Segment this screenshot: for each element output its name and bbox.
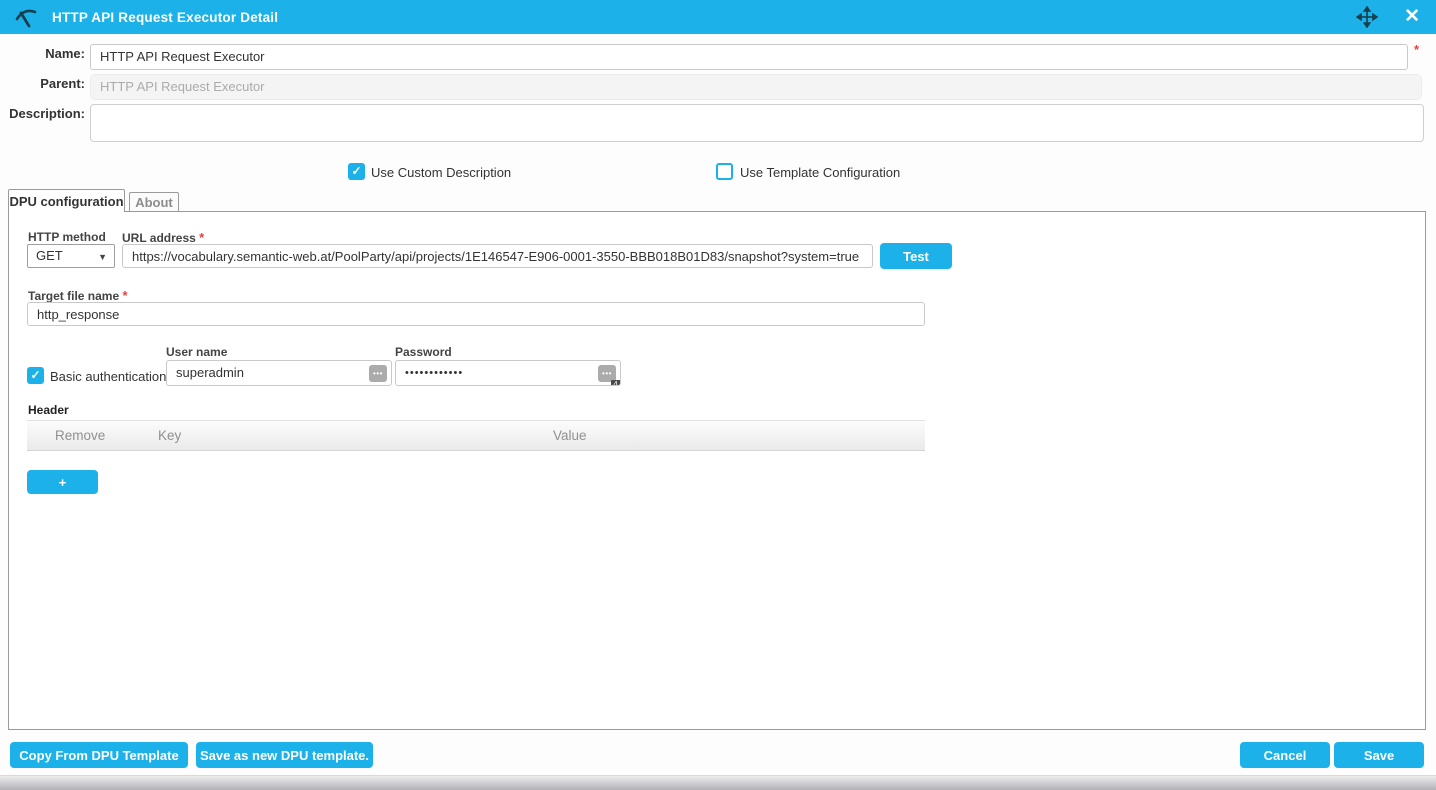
dpu-configuration-panel: [8, 211, 1426, 730]
header-table: Remove Key Value: [27, 420, 925, 451]
column-header-value: Value: [553, 421, 587, 451]
url-address-label: URL address *: [122, 230, 204, 245]
password-label: Password: [395, 345, 452, 359]
user-name-input[interactable]: superadmin •••: [166, 360, 392, 386]
copy-from-dpu-template-button[interactable]: Copy From DPU Template: [10, 742, 188, 768]
description-textarea[interactable]: [90, 104, 1424, 142]
basic-authentication-checkbox[interactable]: ✓: [27, 367, 44, 384]
name-input[interactable]: HTTP API Request Executor: [90, 44, 1408, 70]
tab-cover: [9, 210, 124, 212]
save-as-new-dpu-template-button[interactable]: Save as new DPU template.: [196, 742, 373, 768]
add-header-row-button[interactable]: +: [27, 470, 98, 494]
target-file-name-label: Target file name *: [28, 288, 128, 303]
name-label: Name:: [0, 46, 85, 61]
basic-authentication-label[interactable]: Basic authentication: [50, 369, 166, 384]
name-required-marker: *: [1414, 42, 1419, 57]
chevron-down-icon: ▼: [98, 245, 107, 269]
target-file-name-input[interactable]: http_response: [27, 302, 925, 326]
http-method-label: HTTP method: [28, 230, 106, 244]
close-icon[interactable]: ✕: [1402, 6, 1422, 28]
dialog-titlebar: HTTP API Request Executor Detail ✕: [0, 0, 1436, 34]
password-manager-badge: 4: [611, 380, 621, 386]
password-manager-icon[interactable]: •••: [369, 365, 387, 382]
tab-dpu-configuration[interactable]: DPU configuration: [8, 189, 125, 212]
url-address-input[interactable]: https://vocabulary.semantic-web.at/PoolP…: [122, 244, 873, 268]
use-custom-description-checkbox[interactable]: ✓: [348, 163, 365, 180]
use-template-configuration-label[interactable]: Use Template Configuration: [740, 165, 900, 180]
dialog-title: HTTP API Request Executor Detail: [52, 10, 278, 25]
user-name-label: User name: [166, 345, 227, 359]
pickaxe-icon: [14, 6, 38, 28]
url-required-marker: *: [199, 230, 204, 245]
password-value: ••••••••••••: [405, 367, 463, 379]
cancel-button[interactable]: Cancel: [1240, 742, 1330, 768]
description-label: Description:: [0, 106, 85, 121]
tab-about[interactable]: About: [129, 192, 179, 211]
column-header-remove: Remove: [55, 421, 105, 451]
use-template-configuration-checkbox[interactable]: [716, 163, 733, 180]
target-file-required-marker: *: [122, 288, 127, 303]
http-method-select[interactable]: GET ▼: [27, 244, 115, 268]
background-strip: [0, 775, 1436, 790]
dialog: HTTP API Request Executor Detail ✕ Name:…: [0, 0, 1436, 790]
parent-label: Parent:: [0, 76, 85, 91]
move-icon[interactable]: [1356, 6, 1378, 28]
parent-input: HTTP API Request Executor: [90, 74, 1422, 100]
test-button[interactable]: Test: [880, 243, 952, 269]
header-section-label: Header: [28, 403, 69, 417]
save-button[interactable]: Save: [1334, 742, 1424, 768]
use-custom-description-label[interactable]: Use Custom Description: [371, 165, 511, 180]
password-input[interactable]: •••••••••••• ••• 4: [395, 360, 621, 386]
column-header-key: Key: [158, 421, 181, 451]
user-name-value: superadmin: [176, 365, 244, 380]
http-method-value: GET: [36, 248, 63, 263]
